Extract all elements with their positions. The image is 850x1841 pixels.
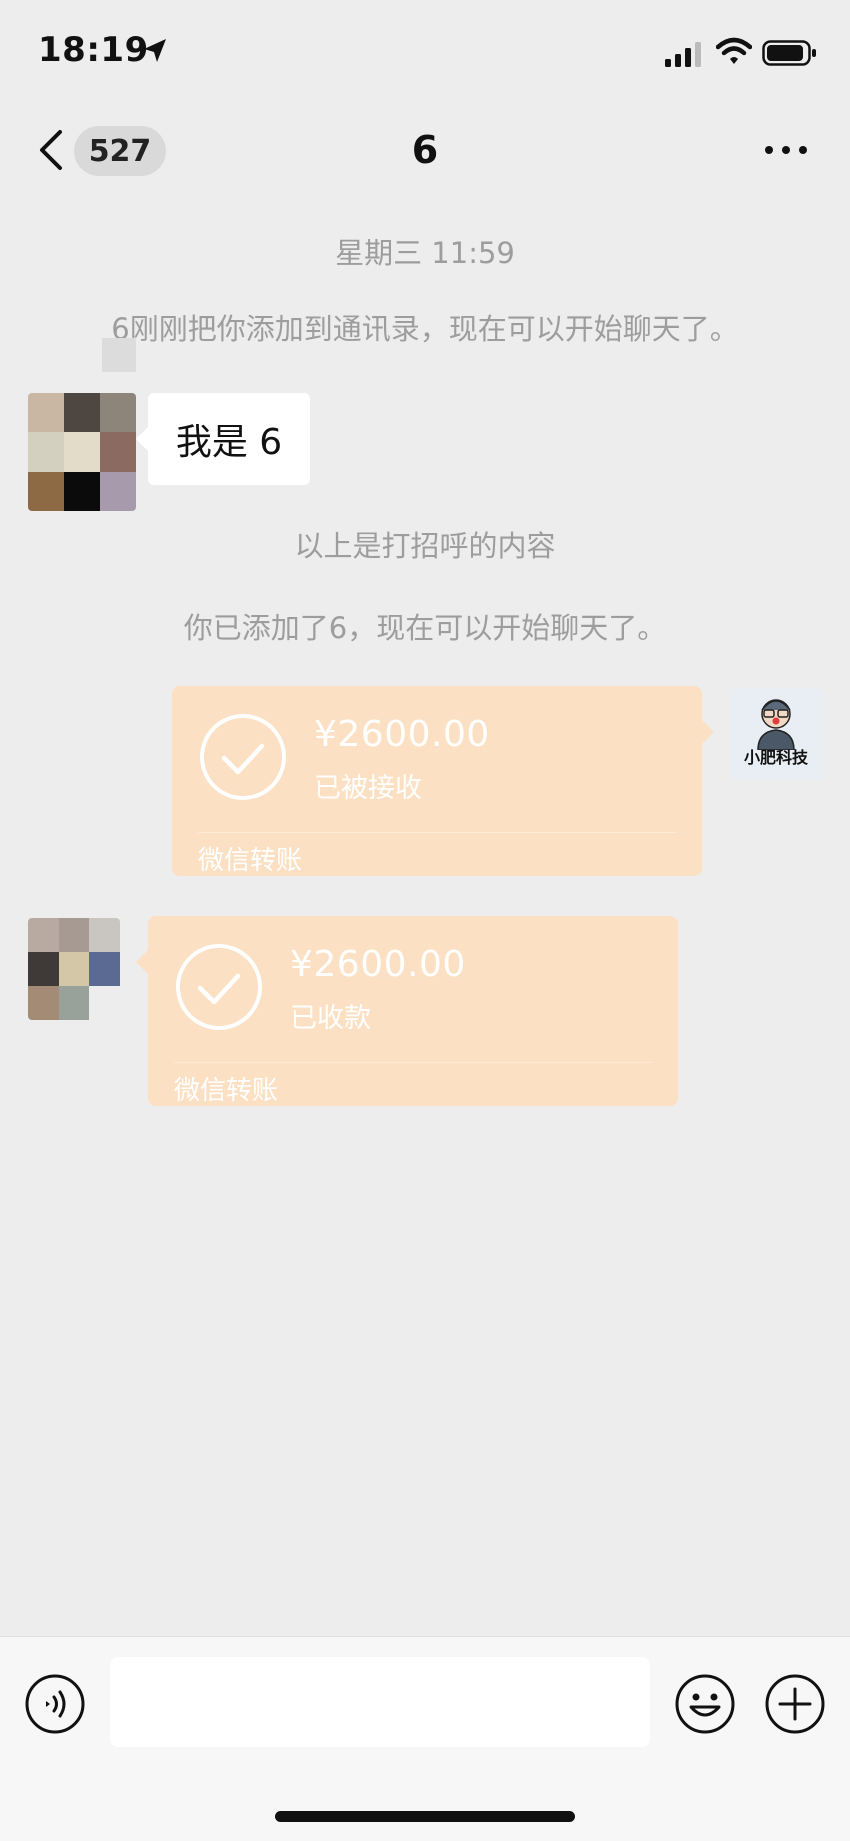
transfer-footer: 微信转账 — [174, 1076, 279, 1106]
plus-icon[interactable] — [764, 1673, 826, 1735]
emoji-icon[interactable] — [674, 1673, 736, 1735]
status-bar: 18:19 — [0, 0, 850, 100]
transfer-amount: ¥2600.00 — [314, 714, 490, 755]
greeting-bubble[interactable]: 我是 6 — [136, 393, 310, 485]
mosaic-avatar-image — [28, 393, 136, 511]
location-arrow-icon — [144, 39, 166, 62]
transfer-divider — [174, 1062, 652, 1063]
check-circle-icon — [176, 944, 262, 1030]
transfer-footer: 微信转账 — [198, 846, 303, 876]
contact-avatar[interactable] — [28, 393, 136, 511]
mosaic-avatar-image — [28, 918, 120, 1020]
transfer-status: 已被接收 — [314, 773, 422, 804]
battery-icon — [762, 40, 816, 66]
you-added-notice: 你已添加了6，现在可以开始聊天了。 — [183, 611, 667, 645]
status-time: 18:19 — [38, 30, 149, 70]
home-indicator — [275, 1811, 575, 1822]
chat-header: 527 6 — [0, 100, 850, 200]
transfer-status: 已收款 — [290, 1003, 371, 1034]
transfer-divider — [198, 832, 676, 833]
message-input[interactable] — [110, 1657, 650, 1747]
wifi-icon — [716, 37, 752, 64]
ellipsis-icon[interactable] — [762, 138, 810, 162]
transfer-amount: ¥2600.00 — [290, 944, 466, 985]
voice-icon[interactable] — [24, 1673, 86, 1735]
self-avatar-label: 小肥科技 — [743, 748, 808, 767]
message-timestamp: 星期三 11:59 — [335, 236, 515, 270]
cartoon-avatar-icon — [757, 699, 795, 750]
transfer-card-received[interactable]: ¥2600.00 已收款 微信转账 — [136, 916, 678, 1106]
input-bar — [0, 1636, 850, 1841]
transfer-card-sent[interactable]: ¥2600.00 已被接收 微信转账 — [172, 686, 714, 876]
chat-title: 6 — [411, 128, 439, 172]
contact-avatar[interactable] — [28, 918, 120, 1020]
check-circle-icon — [200, 714, 286, 800]
self-avatar[interactable]: 小肥科技 — [730, 688, 822, 780]
obscured-block — [102, 338, 136, 372]
signal-icon — [665, 42, 701, 67]
greeting-footer: 以上是打招呼的内容 — [294, 529, 556, 563]
